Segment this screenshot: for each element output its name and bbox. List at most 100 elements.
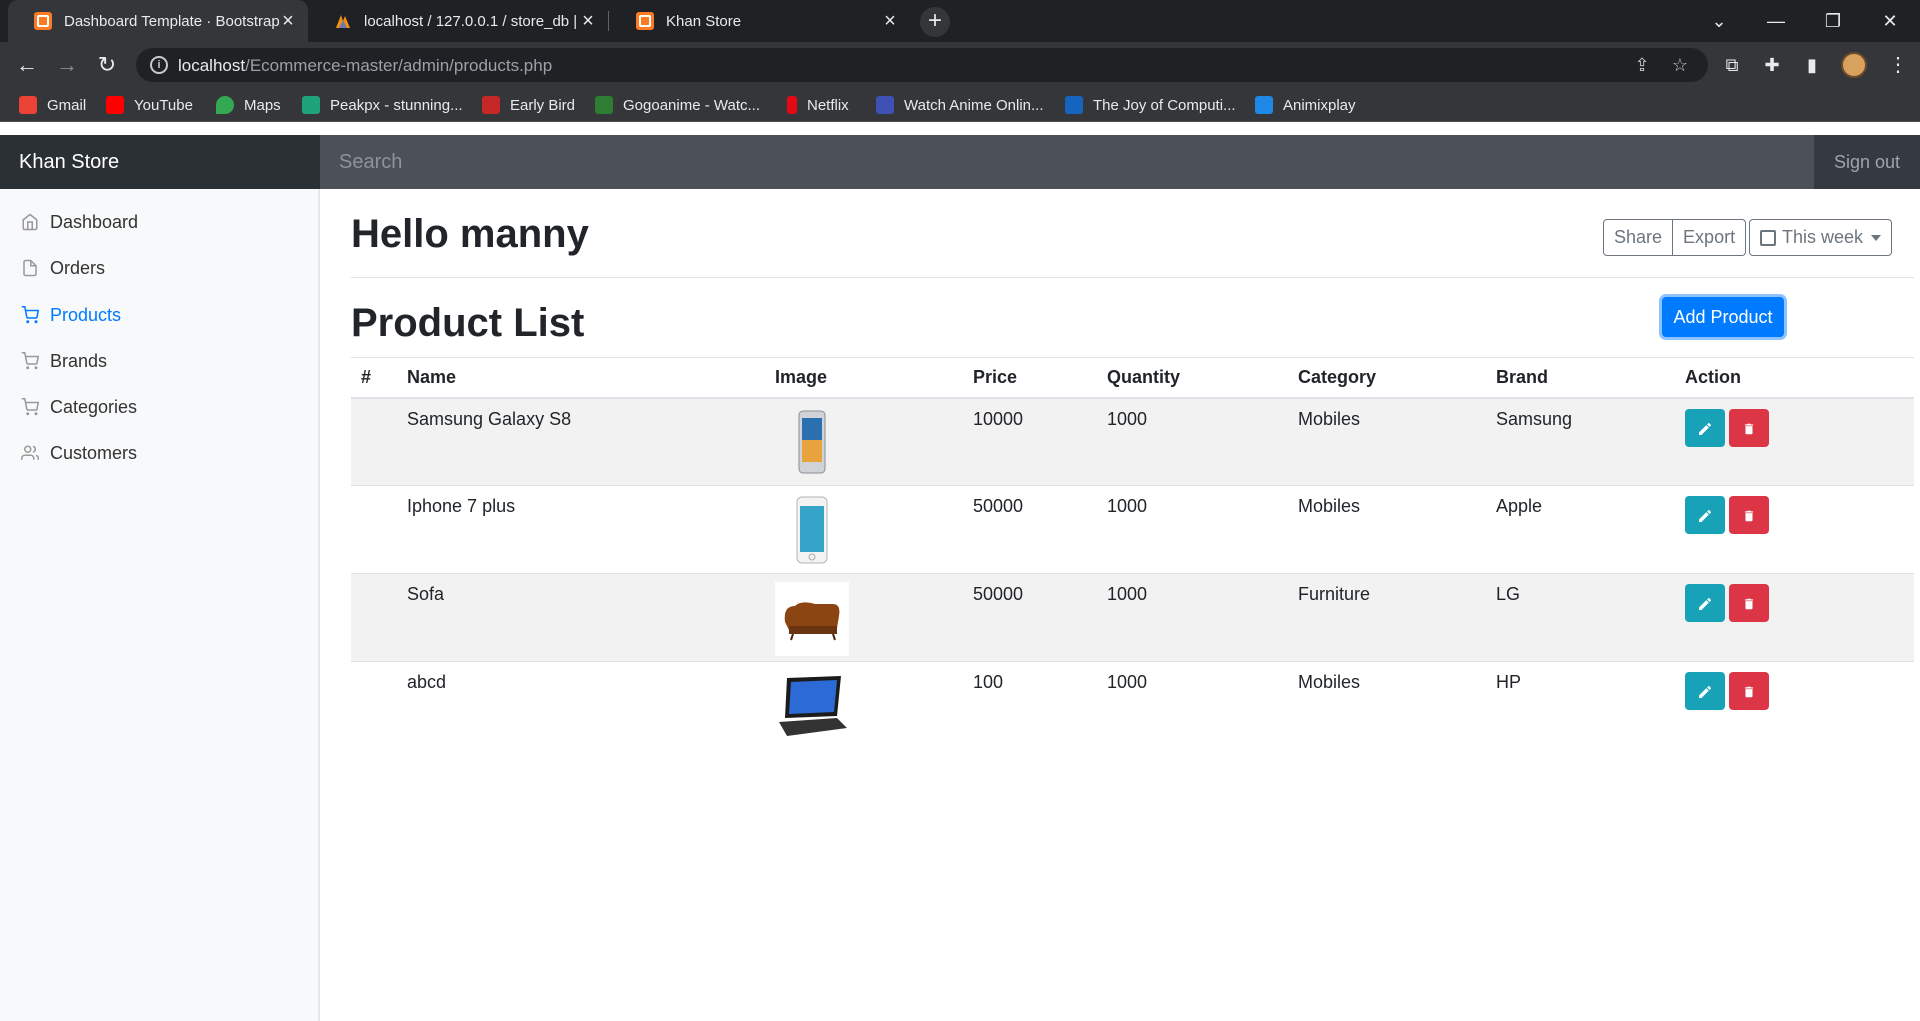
sign-out-link[interactable]: Sign out	[1834, 135, 1900, 189]
share-button[interactable]: Share	[1603, 219, 1674, 256]
products-table: # Name Image Price Quantity Category Bra…	[351, 357, 1914, 750]
sidebar-item-brands[interactable]: Brands	[0, 338, 320, 384]
cell-brand: Samsung	[1486, 397, 1675, 486]
sidebar-item-label: Customers	[50, 442, 138, 463]
bookmark-star-icon[interactable]: ☆	[1670, 55, 1690, 75]
sidebar-item-label: Dashboard	[50, 211, 139, 232]
bookmark-netflix[interactable]: Netflix	[783, 94, 849, 116]
youtube-icon	[106, 96, 124, 114]
sidebar-item-products[interactable]: Products	[0, 292, 320, 338]
export-button[interactable]: Export	[1673, 219, 1747, 256]
brand-logo[interactable]: Khan Store	[0, 135, 320, 189]
minimize-button[interactable]: —	[1756, 6, 1796, 36]
profile-avatar[interactable]	[1841, 52, 1867, 78]
watch-anime-icon	[876, 96, 894, 114]
extension-copy-icon[interactable]: ⧉	[1721, 54, 1743, 76]
edit-button[interactable]	[1685, 672, 1725, 710]
share-icon[interactable]: ⇪	[1632, 55, 1652, 75]
browser-toolbar: ← → ↻ i localhost/Ecommerce-master/admin…	[0, 42, 1920, 88]
sidebar-item-categories[interactable]: Categories	[0, 384, 320, 430]
edit-button[interactable]	[1685, 408, 1725, 447]
table-row: abcd 100 1000 Mobiles HP	[351, 661, 1914, 750]
reload-icon[interactable]: ↻	[92, 50, 122, 80]
trash-icon	[1744, 423, 1754, 434]
cell-price: 10000	[963, 397, 1097, 486]
laptop-image	[779, 676, 847, 736]
cell-category: Furniture	[1288, 573, 1486, 662]
close-icon[interactable]: ×	[578, 11, 598, 31]
bookmark-early-bird[interactable]: Early Bird	[482, 94, 575, 116]
cell-category: Mobiles	[1288, 397, 1486, 486]
side-panel-icon[interactable]: ▮	[1801, 54, 1823, 76]
gogoanime-icon	[595, 96, 613, 114]
delete-button[interactable]	[1729, 496, 1769, 534]
address-url[interactable]: localhost/Ecommerce-master/admin/product…	[178, 56, 552, 76]
close-icon[interactable]: ×	[880, 11, 900, 31]
more-menu-icon[interactable]: ⋮	[1888, 52, 1908, 78]
bookmark-animixplay[interactable]: Animixplay	[1255, 94, 1356, 116]
trash-icon	[1744, 511, 1754, 522]
browser-tab-khan-store[interactable]: Khan Store ×	[610, 0, 910, 42]
pencil-icon	[1699, 510, 1712, 523]
back-arrow-icon[interactable]: ←	[12, 50, 42, 80]
maps-icon	[216, 96, 234, 114]
forward-arrow-icon[interactable]: →	[52, 50, 82, 80]
site-info-icon[interactable]: i	[150, 56, 168, 74]
greeting-heading: Hello manny	[351, 212, 589, 256]
puzzle-extensions-icon[interactable]: ✚	[1761, 54, 1783, 76]
close-icon[interactable]: ×	[278, 11, 298, 31]
product-list-title: Product List	[351, 301, 585, 345]
add-product-button[interactable]: Add Product	[1662, 297, 1784, 337]
bookmark-maps[interactable]: Maps	[216, 94, 281, 116]
edit-button[interactable]	[1685, 496, 1725, 534]
period-dropdown[interactable]: This week	[1749, 219, 1893, 256]
delete-button[interactable]	[1729, 584, 1769, 622]
cart-icon	[20, 351, 40, 371]
caret-down-icon	[1871, 234, 1882, 241]
cell-action	[1675, 573, 1914, 662]
cell-image	[765, 661, 963, 750]
delete-button[interactable]	[1729, 672, 1769, 710]
main-content: Hello manny Share Export This week Produ…	[320, 189, 1920, 1021]
tab-title: Dashboard Template · Bootstrap	[64, 12, 280, 30]
cell-name: Samsung Galaxy S8	[397, 397, 765, 486]
browser-tab-phpmyadmin[interactable]: localhost / 127.0.0.1 / store_db | p ×	[308, 0, 608, 42]
bookmark-watch-anime[interactable]: Watch Anime Onlin...	[876, 94, 1044, 116]
search-input[interactable]	[320, 135, 1814, 189]
bookmarks-bar: Gmail YouTube Maps Peakpx - stunning... …	[0, 88, 1920, 122]
new-tab-button[interactable]: +	[920, 7, 950, 37]
edit-button[interactable]	[1685, 584, 1725, 622]
cell-brand: HP	[1486, 661, 1675, 750]
bookmark-peakpx[interactable]: Peakpx - stunning...	[302, 94, 463, 116]
cell-name: Iphone 7 plus	[397, 485, 765, 574]
address-bar[interactable]: i localhost/Ecommerce-master/admin/produ…	[136, 48, 1708, 82]
bookmark-gmail[interactable]: Gmail	[19, 94, 86, 116]
sidebar-item-customers[interactable]: Customers	[0, 430, 320, 476]
restore-button[interactable]: ❐	[1813, 6, 1853, 36]
calendar-icon	[1760, 229, 1776, 246]
bookmark-joy-of-computing[interactable]: The Joy of Computi...	[1065, 94, 1236, 116]
bookmark-gogoanime[interactable]: Gogoanime - Watc...	[595, 94, 760, 116]
col-header-image: Image	[765, 357, 963, 399]
tab-search-chevron-icon[interactable]: ⌄	[1699, 6, 1739, 36]
bookmark-youtube[interactable]: YouTube	[106, 94, 193, 116]
table-row: Sofa 50000 1000 Furniture LG	[351, 573, 1914, 662]
pencil-icon	[1699, 598, 1712, 611]
col-header-brand: Brand	[1486, 357, 1675, 399]
table-row: Samsung Galaxy S8 10000 1000 Mobiles Sam…	[351, 397, 1914, 486]
sidebar-item-orders[interactable]: Orders	[0, 245, 320, 291]
cell-price: 50000	[963, 485, 1097, 574]
col-header-quantity: Quantity	[1097, 357, 1288, 399]
sidebar-item-dashboard[interactable]: Dashboard	[0, 199, 320, 245]
delete-button[interactable]	[1729, 408, 1769, 447]
cell-category: Mobiles	[1288, 485, 1486, 574]
table-row: Iphone 7 plus 50000 1000 Mobiles Apple	[351, 485, 1914, 574]
browser-tab-strip: Dashboard Template · Bootstrap × localho…	[0, 0, 1920, 42]
sofa-image	[775, 582, 849, 656]
share-export-group: Share Export	[1603, 219, 1747, 256]
browser-tab-dashboard[interactable]: Dashboard Template · Bootstrap ×	[8, 0, 308, 42]
netflix-icon	[787, 96, 797, 114]
close-window-button[interactable]: ✕	[1870, 6, 1910, 36]
cell-price: 50000	[963, 573, 1097, 662]
cell-quantity: 1000	[1097, 485, 1288, 574]
